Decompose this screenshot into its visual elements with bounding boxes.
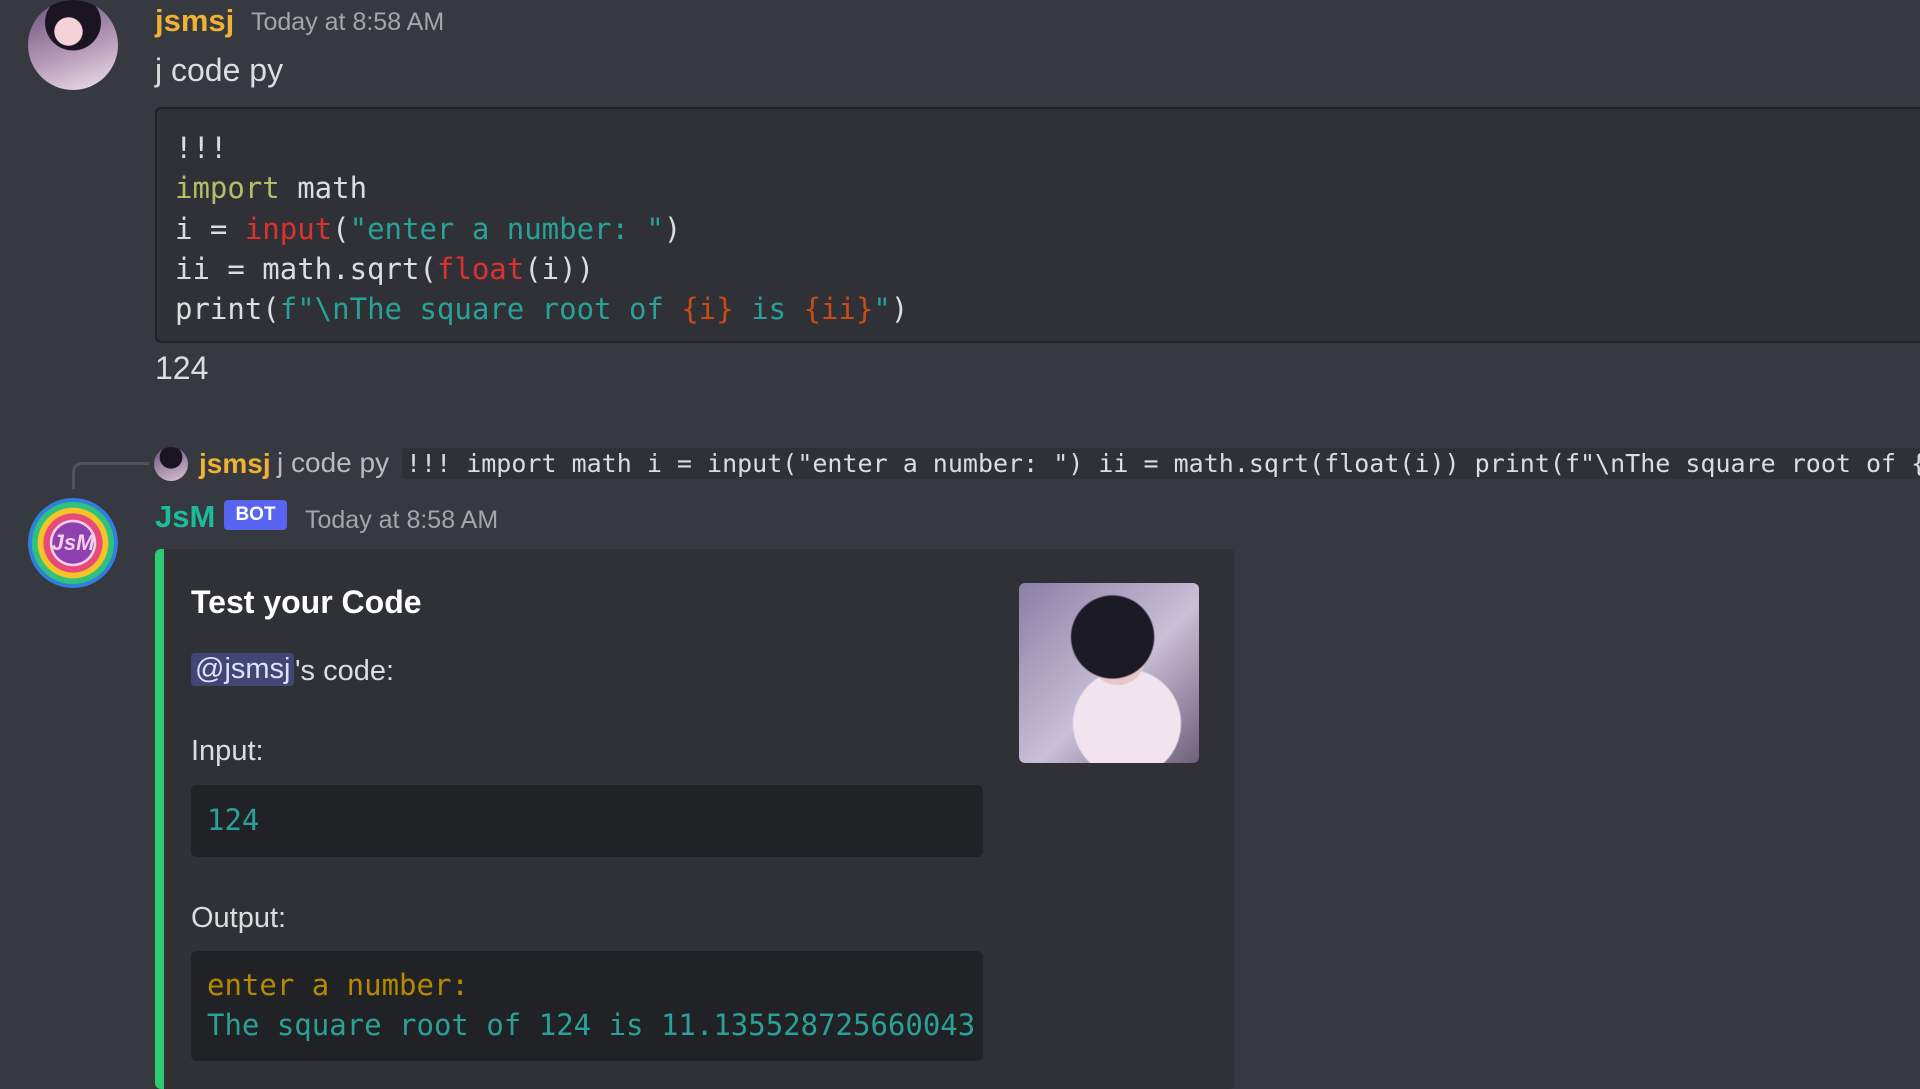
code-line-3: i = input("enter a number: ") bbox=[175, 212, 682, 246]
output-code-box: enter a number: The square root of 124 i… bbox=[191, 951, 983, 1061]
bot-tag-badge: BOT bbox=[224, 500, 287, 530]
embed-card: Test your Code @jsmsj 's code: Input: 12… bbox=[155, 549, 1235, 1089]
reply-connector bbox=[72, 462, 149, 489]
user-avatar[interactable] bbox=[28, 0, 118, 90]
code-line-2: import math bbox=[175, 171, 368, 205]
embed-accent-stripe bbox=[155, 549, 164, 1089]
bot-username[interactable]: JsM bbox=[155, 499, 215, 535]
embed-thumbnail-image[interactable] bbox=[1019, 583, 1199, 763]
code-line-1: !!! bbox=[175, 131, 228, 165]
input-label: Input: bbox=[191, 735, 264, 767]
bot-avatar-monogram: JsM bbox=[51, 530, 95, 555]
output-line-1: enter a number: bbox=[207, 968, 469, 1002]
output-line-2: The square root of 124 is 11.13552872566… bbox=[207, 1008, 976, 1042]
reply-text[interactable]: j code py bbox=[277, 447, 389, 479]
embed-title: Test your Code bbox=[191, 584, 422, 620]
message-text: j code py bbox=[155, 52, 284, 88]
code-block: !!! import math i = input("enter a numbe… bbox=[155, 107, 1920, 343]
message-text-after: 124 bbox=[155, 350, 209, 386]
reply-username[interactable]: jsmsj bbox=[199, 448, 271, 480]
bot-avatar[interactable]: JsM bbox=[28, 498, 118, 588]
message-username[interactable]: jsmsj bbox=[155, 3, 234, 39]
mention-suffix: 's code: bbox=[295, 655, 395, 687]
output-label: Output: bbox=[191, 902, 287, 934]
code-line-5: print(f"\nThe square root of {i} is {ii}… bbox=[175, 292, 909, 326]
reply-avatar[interactable] bbox=[154, 447, 188, 481]
message-timestamp: Today at 8:58 AM bbox=[251, 8, 445, 36]
bot-message-timestamp: Today at 8:58 AM bbox=[305, 506, 499, 534]
code-line-4: ii = math.sqrt(float(i)) bbox=[175, 252, 595, 286]
input-code-box: 124 bbox=[191, 785, 983, 857]
user-mention[interactable]: @jsmsj bbox=[191, 653, 295, 686]
reply-code-preview[interactable]: !!! import math i = input("enter a numbe… bbox=[402, 448, 1920, 479]
input-value: 124 bbox=[207, 803, 260, 837]
